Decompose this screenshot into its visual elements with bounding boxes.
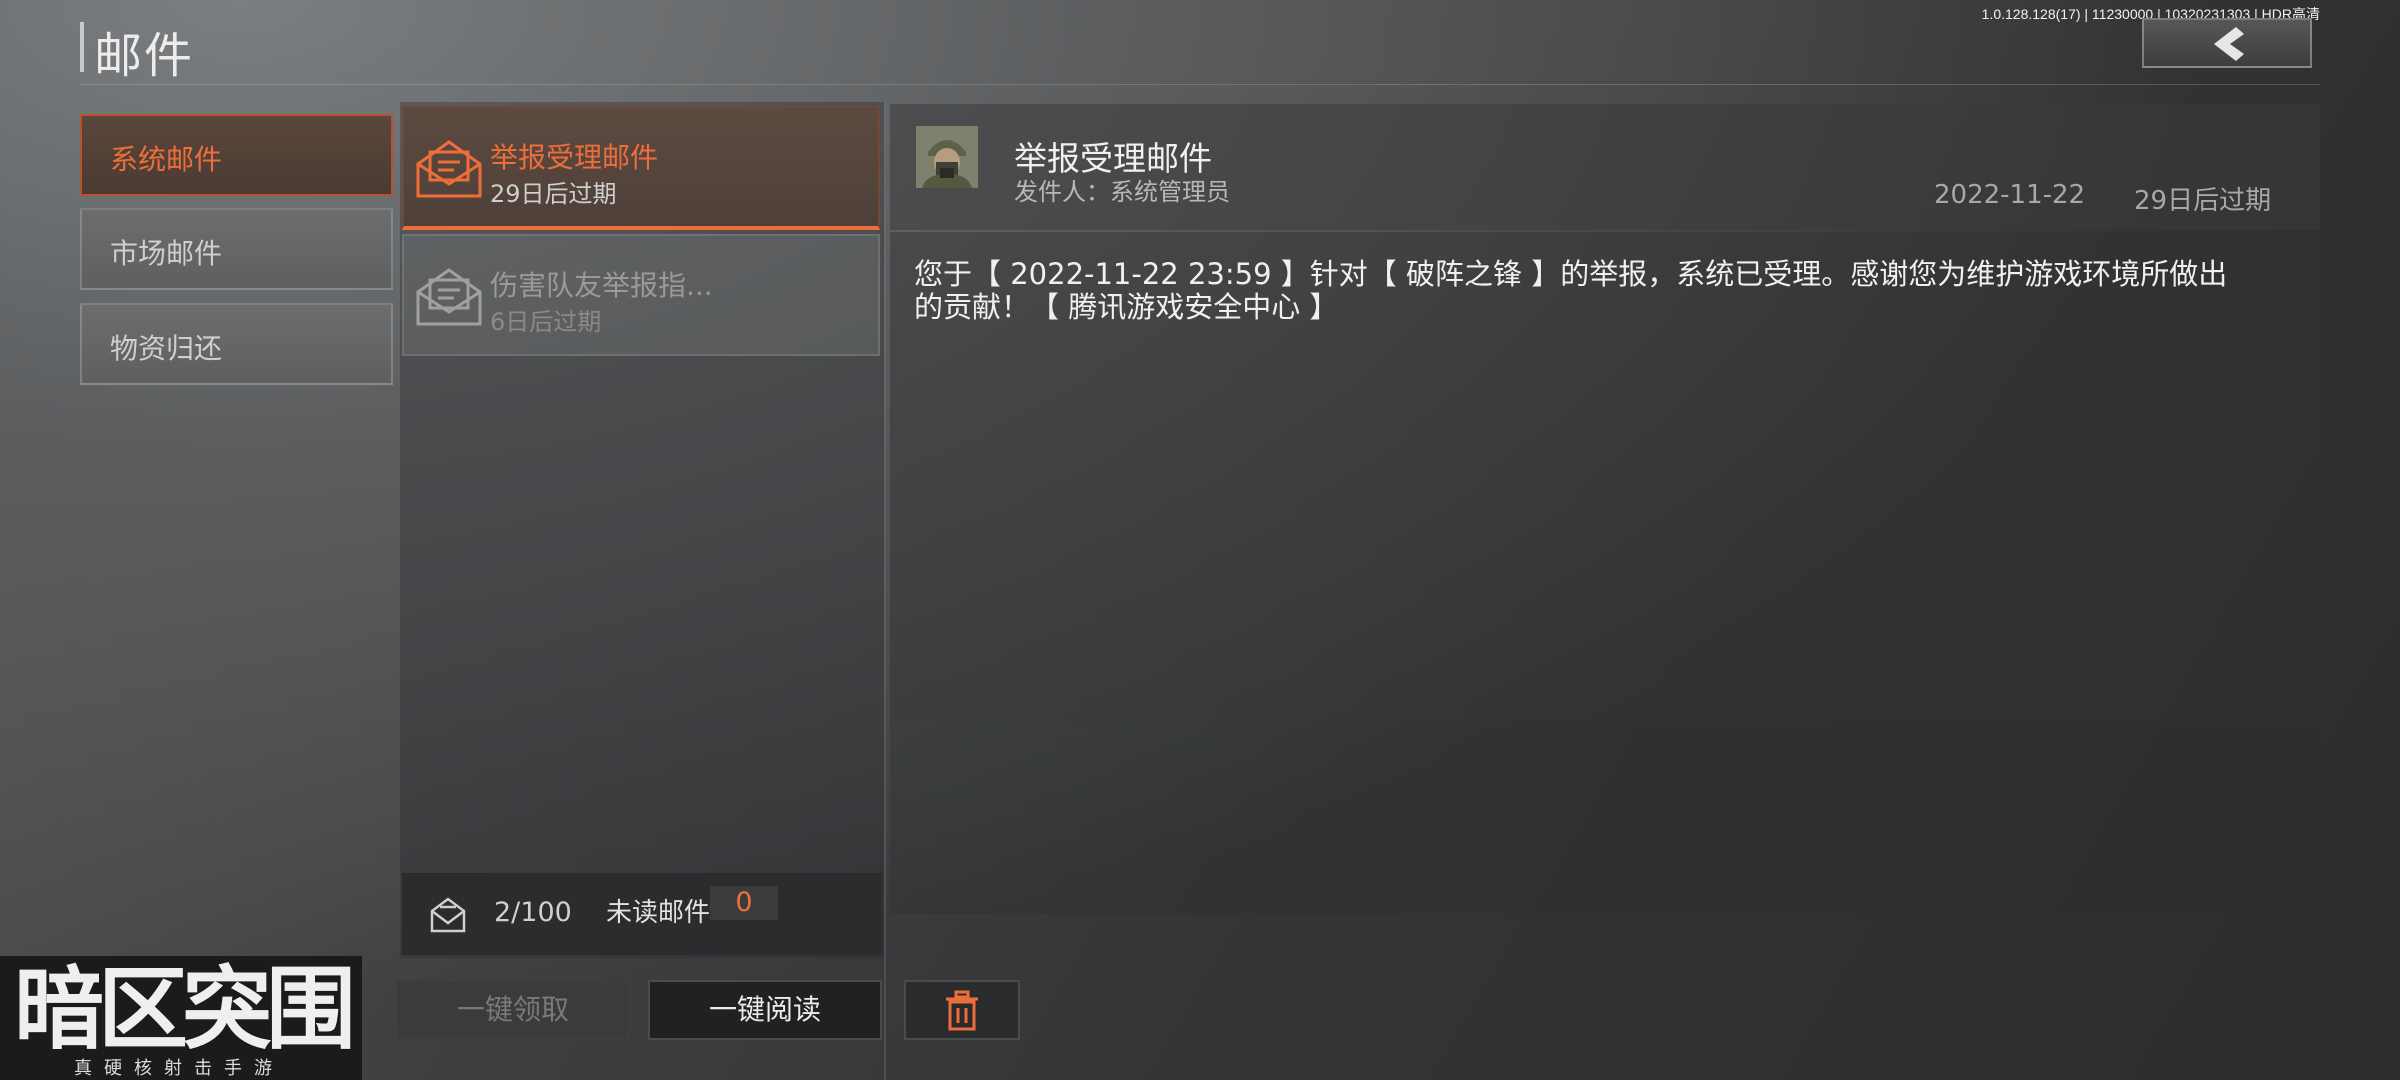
header-divider — [80, 84, 2320, 85]
mail-detail-expiry: 29日后过期 — [2134, 186, 2272, 216]
claim-all-button[interactable]: 一键领取 — [396, 980, 630, 1040]
title-accent-bar — [80, 22, 84, 72]
back-button[interactable] — [2142, 18, 2312, 68]
sender-avatar — [916, 126, 978, 188]
logo-title: 暗区突围 — [14, 957, 356, 1062]
logo-tagline: 真硬核射击手游 — [74, 1058, 284, 1079]
mail-item-report-accepted[interactable]: 举报受理邮件 29日后过期 — [402, 106, 880, 230]
soldier-avatar-icon — [916, 126, 978, 188]
unread-count: 0 — [735, 887, 753, 918]
unread-badge: 0 — [710, 886, 778, 920]
chevron-left-icon — [2214, 27, 2244, 61]
category-market-mail[interactable]: 市场邮件 — [80, 208, 393, 290]
page-title: 邮件 — [94, 28, 195, 84]
category-label: 系统邮件 — [110, 143, 223, 176]
read-all-button[interactable]: 一键阅读 — [648, 980, 882, 1040]
envelope-open-icon — [416, 268, 482, 326]
mail-detail-footer — [890, 722, 2320, 914]
mail-item-teammate-report[interactable]: 伤害队友举报指... 6日后过期 — [402, 234, 880, 356]
mailbox-status: 2/100 未读邮件 0 — [402, 873, 882, 955]
game-logo: 暗区突围 真硬核射击手游 — [0, 956, 362, 1080]
list-divider — [884, 102, 886, 1080]
delete-button[interactable] — [904, 980, 1020, 1040]
category-system-mail[interactable]: 系统邮件 — [80, 114, 393, 196]
category-label: 物资归还 — [110, 332, 223, 365]
category-label: 市场邮件 — [110, 237, 223, 270]
mail-tray-icon — [430, 897, 466, 933]
mail-title: 举报受理邮件 — [490, 141, 659, 174]
mail-title: 伤害队友举报指... — [490, 269, 713, 302]
unread-label: 未读邮件 — [606, 898, 711, 928]
trash-icon — [946, 990, 978, 1031]
mail-list — [400, 102, 884, 958]
mail-expiry: 6日后过期 — [490, 308, 602, 336]
mail-content: 您于【 2022-11-22 23:59 】针对【 破阵之锋 】的举报，系统已受… — [914, 257, 2228, 324]
mail-sender: 发件人：系统管理员 — [1014, 178, 1230, 206]
mail-expiry: 29日后过期 — [490, 180, 617, 208]
mail-date: 2022-11-22 — [1934, 180, 2086, 210]
mail-count: 2/100 — [494, 897, 572, 928]
category-supply-return[interactable]: 物资归还 — [80, 303, 393, 385]
envelope-open-icon — [416, 140, 482, 198]
